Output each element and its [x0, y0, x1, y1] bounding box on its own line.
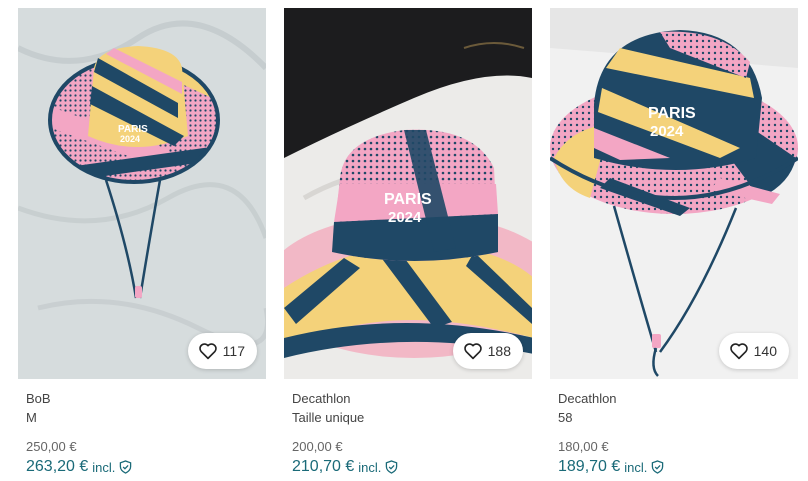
hat-photo-2: PARIS 2024	[284, 8, 532, 379]
listing-price-incl[interactable]: 210,70 € incl.	[292, 457, 532, 477]
shield-check-icon	[652, 460, 664, 474]
heart-icon	[463, 343, 482, 360]
favorite-count: 117	[222, 343, 245, 359]
logo-text: PARIS	[648, 105, 696, 122]
favorite-button[interactable]: 117	[187, 333, 257, 369]
listing-brand[interactable]: Decathlon	[558, 390, 798, 408]
listing-photo[interactable]: PARIS 2024 188	[284, 8, 532, 379]
listing-price-incl[interactable]: 189,70 € incl.	[558, 457, 798, 477]
logo-text: 2024	[120, 134, 140, 144]
favorite-count: 188	[487, 343, 511, 359]
logo-text: 2024	[388, 209, 422, 226]
listing-price: 180,00 €	[558, 439, 609, 454]
logo-text: PARIS	[384, 191, 432, 208]
price-incl-label: incl.	[624, 459, 648, 475]
heart-icon	[729, 343, 748, 360]
listing-photo[interactable]: PARIS 2024 140	[550, 8, 798, 379]
shield-check-icon	[386, 460, 398, 474]
listing-price: 200,00 €	[292, 439, 343, 454]
listing-size: M	[26, 410, 37, 425]
hat-photo-3: PARIS 2024	[550, 8, 798, 379]
listing-brand[interactable]: Decathlon	[292, 390, 532, 408]
favorite-button[interactable]: 140	[718, 333, 789, 369]
favorite-button[interactable]: 188	[452, 333, 523, 369]
listing-size: 58	[558, 410, 573, 425]
listing-card[interactable]: PARIS 2024 188 Decathlon Taille unique 2…	[284, 8, 532, 478]
price-incl-value: 210,70 €	[292, 458, 355, 475]
listing-brand[interactable]: BoB	[26, 390, 266, 408]
price-incl-value: 189,70 €	[558, 458, 621, 475]
favorite-count: 140	[753, 343, 777, 359]
listing-size: Taille unique	[292, 410, 365, 425]
price-incl-label: incl.	[358, 459, 382, 475]
listing-grid: PARIS 2024 117 BoB M 250,00 € 263,20 € i…	[0, 0, 808, 481]
listing-info: BoB M 250,00 € 263,20 € incl.	[18, 390, 266, 477]
listing-price-incl[interactable]: 263,20 € incl.	[26, 457, 266, 477]
price-incl-label: incl.	[92, 459, 116, 475]
heart-icon	[198, 343, 217, 360]
listing-card[interactable]: PARIS 2024 140 Decathlon 58 180,00 € 189…	[550, 8, 798, 478]
listing-card[interactable]: PARIS 2024 117 BoB M 250,00 € 263,20 € i…	[18, 8, 266, 478]
listing-info: Decathlon 58 180,00 € 189,70 € incl.	[550, 390, 798, 477]
hat-photo-1: PARIS 2024	[18, 8, 266, 379]
listing-photo[interactable]: PARIS 2024 117	[18, 8, 266, 379]
listing-price: 250,00 €	[26, 439, 77, 454]
price-incl-value: 263,20 €	[26, 458, 89, 475]
shield-check-icon	[120, 460, 132, 474]
logo-text: 2024	[650, 123, 684, 140]
listing-info: Decathlon Taille unique 200,00 € 210,70 …	[284, 390, 532, 477]
